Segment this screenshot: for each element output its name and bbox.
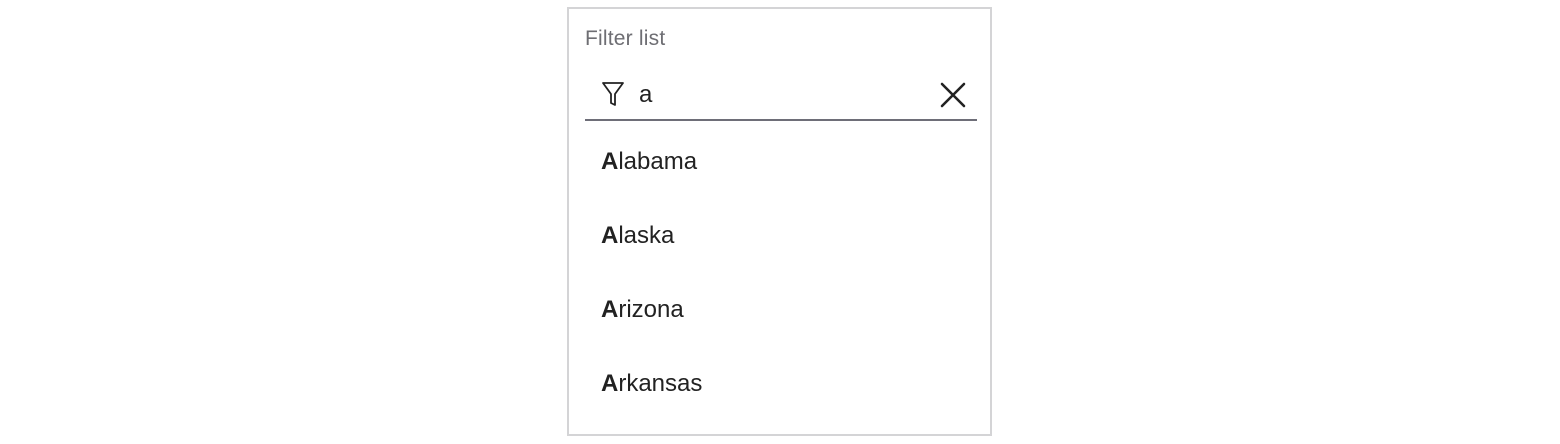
- filter-field[interactable]: [585, 73, 977, 121]
- list-item-label: rizona: [618, 296, 684, 323]
- list-item-label: laska: [618, 222, 675, 249]
- list-item-match: A: [601, 222, 619, 249]
- list-item[interactable]: Arizona: [569, 273, 990, 347]
- list-item[interactable]: Arkansas: [569, 347, 990, 421]
- clear-filter-button[interactable]: [937, 79, 969, 111]
- list-item-match: A: [601, 148, 619, 175]
- list-item[interactable]: Alaska: [569, 199, 990, 273]
- list-item-label: rkansas: [618, 370, 703, 397]
- results-list: Alabama Alaska Arizona Arkansas: [569, 125, 990, 421]
- list-item-match: A: [601, 296, 619, 323]
- filter-list-panel: Filter list Alabama Alaska Arizona Arkan…: [567, 7, 992, 436]
- filter-input[interactable]: [639, 77, 929, 113]
- list-item-label: labama: [618, 148, 698, 175]
- close-icon: [940, 82, 966, 108]
- list-item[interactable]: Alabama: [569, 125, 990, 199]
- filter-label: Filter list: [585, 27, 666, 50]
- list-item-match: A: [601, 370, 619, 397]
